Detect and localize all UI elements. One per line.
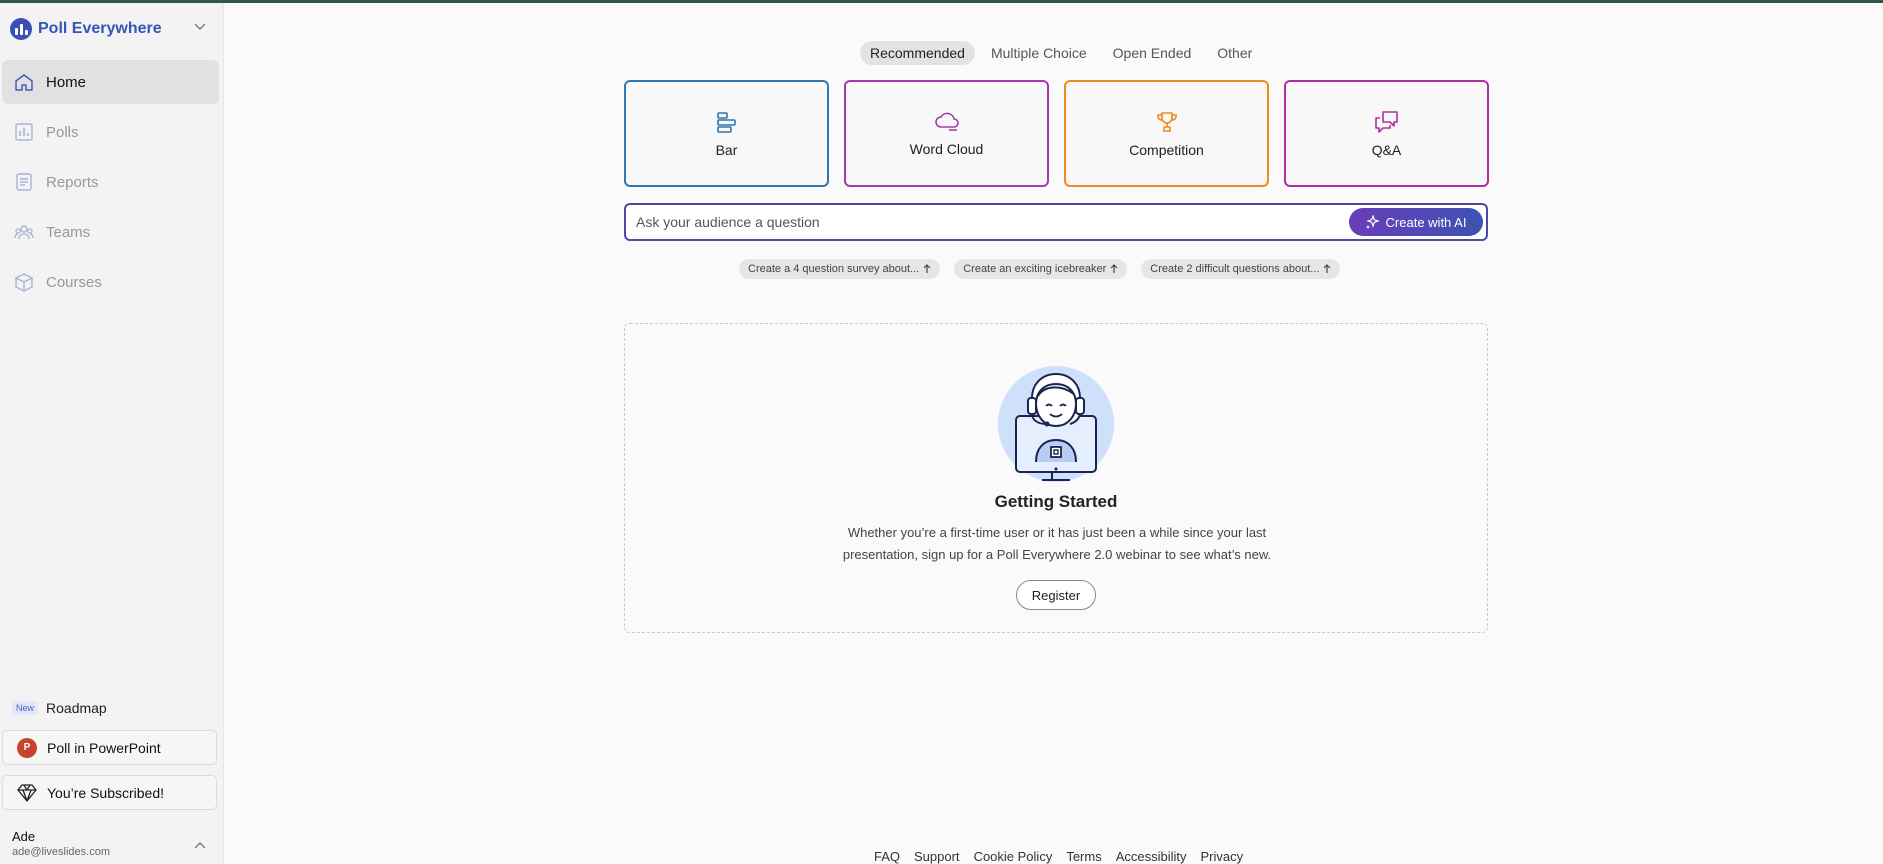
sparkle-icon xyxy=(1365,215,1380,229)
card-label: Competition xyxy=(1129,141,1204,158)
roadmap-label: Roadmap xyxy=(46,700,107,716)
user-profile[interactable]: Ade ade@liveslides.com xyxy=(12,829,110,858)
bar-card[interactable]: Bar xyxy=(624,80,829,187)
tab-open-ended[interactable]: Open Ended xyxy=(1103,41,1202,65)
arrow-up-icon xyxy=(1110,264,1118,273)
tab-other[interactable]: Other xyxy=(1207,41,1262,65)
chevron-down-icon[interactable] xyxy=(194,23,206,31)
sidebar-item-label: Courses xyxy=(46,273,102,291)
support-agent-illustration-icon xyxy=(998,366,1114,482)
sidebar-item-label: Polls xyxy=(46,123,79,141)
card-label: Word Cloud xyxy=(909,140,984,157)
main-content: Recommended Multiple Choice Open Ended O… xyxy=(224,3,1883,864)
team-icon xyxy=(14,225,34,240)
qa-card[interactable]: Q&A xyxy=(1284,80,1489,187)
card-label: Q&A xyxy=(1371,141,1402,158)
sidebar-item-label: Home xyxy=(46,73,87,91)
footer-link-faq[interactable]: FAQ xyxy=(874,849,900,864)
bar-chart-icon xyxy=(15,123,33,141)
sidebar-item-polls[interactable]: Polls xyxy=(2,110,219,154)
poll-in-powerpoint-label: Poll in PowerPoint xyxy=(47,739,161,756)
sidebar-nav: Home Polls Reports Teams Courses xyxy=(0,60,224,310)
suggestion-chip[interactable]: Create an exciting icebreaker xyxy=(954,259,1128,279)
poll-in-powerpoint-button[interactable]: P Poll in PowerPoint xyxy=(2,730,217,765)
footer-link-cookie-policy[interactable]: Cookie Policy xyxy=(974,849,1053,864)
word-cloud-card[interactable]: Word Cloud xyxy=(844,80,1049,187)
sidebar-item-home[interactable]: Home xyxy=(2,60,219,104)
register-button[interactable]: Register xyxy=(1016,580,1096,610)
subscription-label: You’re Subscribed! xyxy=(47,784,165,801)
footer-link-accessibility[interactable]: Accessibility xyxy=(1116,849,1187,864)
roadmap-link[interactable]: New Roadmap xyxy=(12,700,107,716)
getting-started-panel: Getting Started Whether you’re a first-t… xyxy=(624,323,1488,633)
getting-started-description: Whether you’re a first-time user or it h… xyxy=(842,525,1272,562)
powerpoint-icon: P xyxy=(17,737,37,758)
sidebar-item-courses[interactable]: Courses xyxy=(2,260,219,304)
competition-card[interactable]: Competition xyxy=(1064,80,1269,187)
suggestion-label: Create 2 difficult questions about... xyxy=(1150,263,1320,275)
report-icon xyxy=(16,173,32,191)
arrow-up-icon xyxy=(1324,264,1331,273)
diamond-icon xyxy=(17,783,37,802)
trophy-icon xyxy=(1156,111,1177,132)
create-with-ai-button[interactable]: Create with AI xyxy=(1349,208,1483,236)
suggestion-chip[interactable]: Create a 4 question survey about... xyxy=(739,259,941,279)
sidebar-item-label: Teams xyxy=(46,223,91,241)
create-with-ai-label: Create with AI xyxy=(1385,214,1467,230)
ask-question-input[interactable] xyxy=(636,211,1336,233)
tab-recommended[interactable]: Recommended xyxy=(860,41,975,65)
user-name: Ade xyxy=(12,829,36,844)
suggestion-label: Create an exciting icebreaker xyxy=(963,263,1107,275)
sidebar-item-teams[interactable]: Teams xyxy=(2,210,219,254)
footer-link-terms[interactable]: Terms xyxy=(1066,849,1101,864)
card-label: Bar xyxy=(715,141,738,158)
chat-bubbles-icon xyxy=(1374,110,1398,133)
cloud-icon xyxy=(934,112,959,131)
sidebar-item-label: Reports xyxy=(46,173,99,191)
sidebar-item-reports[interactable]: Reports xyxy=(2,160,219,204)
arrow-up-icon xyxy=(923,264,931,273)
suggestion-label: Create a 4 question survey about... xyxy=(748,263,920,275)
courses-icon xyxy=(14,273,34,292)
brand-name: Poll Everywhere xyxy=(38,20,162,37)
activity-cards: Bar Word Cloud Competition Q&A xyxy=(624,80,1489,187)
poll-everywhere-logo-icon xyxy=(10,18,32,40)
footer-links: FAQ Support Cookie Policy Terms Accessib… xyxy=(874,849,1243,864)
user-email: ade@liveslides.com xyxy=(12,846,110,858)
ai-suggestions: Create a 4 question survey about... Crea… xyxy=(739,259,1341,279)
home-icon xyxy=(15,74,33,91)
chevron-up-icon[interactable] xyxy=(194,841,206,849)
subscription-button[interactable]: You’re Subscribed! xyxy=(2,775,217,810)
sidebar: Poll Everywhere Home Polls Reports Teams… xyxy=(0,3,224,864)
new-badge: New xyxy=(12,701,39,715)
suggestion-chip[interactable]: Create 2 difficult questions about... xyxy=(1141,259,1341,279)
footer-link-privacy[interactable]: Privacy xyxy=(1201,849,1244,864)
question-type-tabs: Recommended Multiple Choice Open Ended O… xyxy=(860,41,1262,65)
bar-chart-icon xyxy=(716,111,736,133)
getting-started-title: Getting Started xyxy=(994,492,1118,511)
brand[interactable]: Poll Everywhere xyxy=(10,18,162,40)
footer-link-support[interactable]: Support xyxy=(914,849,960,864)
ask-question-box: Create with AI xyxy=(624,203,1488,241)
tab-multiple-choice[interactable]: Multiple Choice xyxy=(981,41,1097,65)
